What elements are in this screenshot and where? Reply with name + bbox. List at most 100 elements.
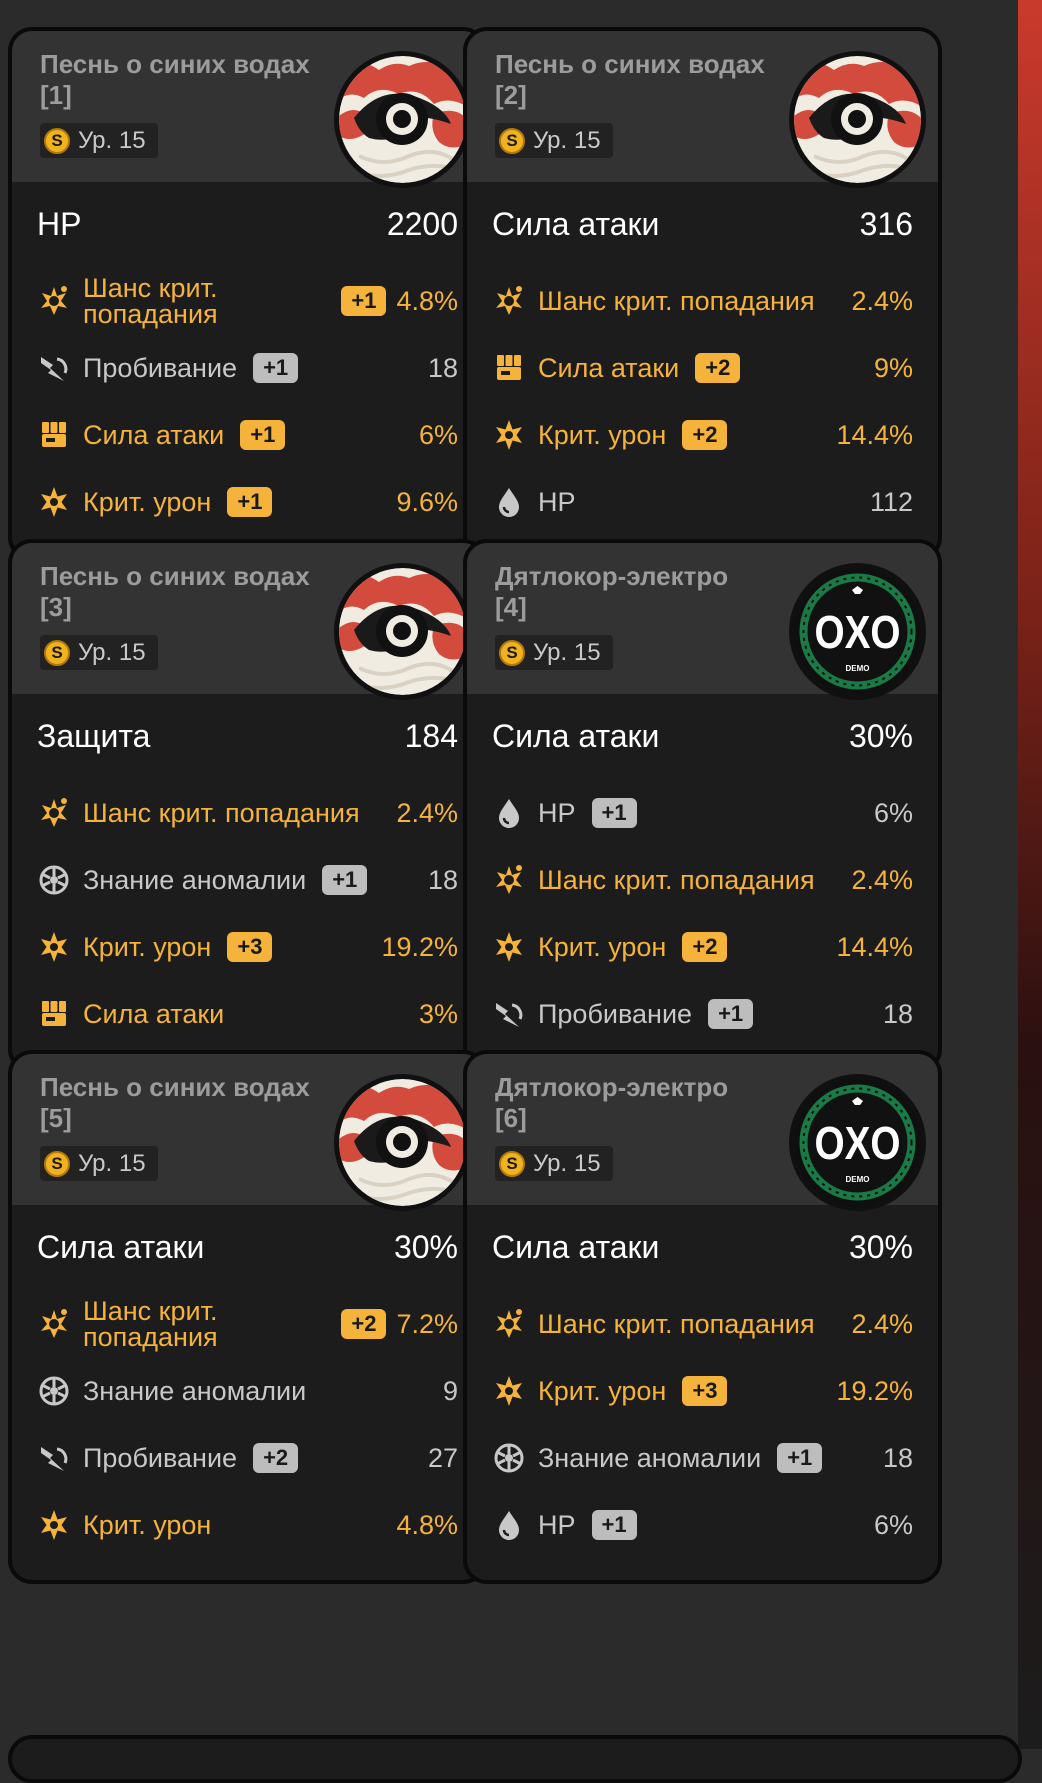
substat-label: Шанс крит. попадания <box>83 798 360 828</box>
crit-dmg-icon <box>492 1374 526 1408</box>
penetration-icon <box>492 997 526 1031</box>
substat-value: 7.2% <box>396 1308 458 1339</box>
substat-value: 14.4% <box>836 931 913 962</box>
disc-name: Дятлокор-электро [6] <box>495 1072 729 1133</box>
substat-label: Крит. урон <box>83 932 212 962</box>
level-badge: S Ур. 15 <box>40 635 158 670</box>
level-badge: S Ур. 15 <box>40 1146 158 1181</box>
level-badge: S Ур. 15 <box>495 123 613 158</box>
main-stat-value: 30% <box>848 1228 913 1265</box>
substat-row: Шанс крит. попадания +2 7.2% <box>37 1297 458 1351</box>
drive-disc-card-5[interactable]: Песнь о синих водах [5] S Ур. 15 Сила ат… <box>8 1050 487 1584</box>
substat-row: Крит. урон +1 9.6% <box>37 475 458 529</box>
substat-row: Знание аномалии +1 18 <box>37 853 458 907</box>
substat-label: HP <box>538 798 576 828</box>
anomaly-icon <box>37 1374 71 1408</box>
substat-label: Сила атаки <box>538 353 680 383</box>
upgrade-badge: +3 <box>227 932 273 962</box>
substat-label: Крит. урон <box>538 1376 667 1406</box>
oxo-disc: OXO DEMO <box>794 1079 921 1206</box>
substat-label: Пробивание <box>83 1443 238 1473</box>
crit-rate-icon <box>37 796 71 830</box>
disc-image-icon <box>334 563 471 700</box>
substat-value: 2.4% <box>851 285 913 316</box>
upgrade-badge: +1 <box>341 286 387 316</box>
wave-disc <box>339 1079 466 1206</box>
substat-label: HP <box>538 1510 576 1540</box>
upgrade-badge: +1 <box>591 1510 637 1540</box>
drive-disc-card-2[interactable]: Песнь о синих водах [2] S Ур. 15 Сила ат… <box>463 27 942 561</box>
main-stat: HP 2200 <box>37 199 458 249</box>
upgrade-badge: +1 <box>591 798 637 828</box>
disc-name: Дятлокор-электро [4] <box>495 561 729 622</box>
svg-text:OXO: OXO <box>815 606 901 658</box>
substat-row: Сила атаки +2 9% <box>492 341 913 395</box>
substat-label: HP <box>538 487 576 517</box>
crit-dmg-icon <box>37 485 71 519</box>
disc-name: Песнь о синих водах [5] <box>40 1072 310 1133</box>
substat-label: Крит. урон <box>83 1510 212 1540</box>
level-value: 15 <box>118 1149 146 1177</box>
substat-row: Шанс крит. попадания 2.4% <box>492 274 913 328</box>
disc-image-icon: OXO DEMO <box>789 563 926 700</box>
disc-name: Песнь о синих водах [3] <box>40 561 310 622</box>
main-stat-value: 2200 <box>386 205 458 242</box>
drive-disc-card-6[interactable]: Дятлокор-электро [6] S Ур. 15 OXO DEMO С… <box>463 1050 942 1584</box>
card-header: Песнь о синих водах [1] S Ур. 15 <box>12 31 483 188</box>
substat-value: 19.2% <box>381 931 458 962</box>
main-stat-value: 184 <box>404 717 458 754</box>
substat-value: 18 <box>882 1442 913 1473</box>
substat-row: Сила атаки +1 6% <box>37 408 458 462</box>
main-stat-value: 30% <box>848 717 913 754</box>
upgrade-badge: +2 <box>695 353 741 383</box>
right-edge-gradient <box>1018 0 1042 1749</box>
main-stat-label: Сила атаки <box>37 1228 205 1265</box>
substat-value: 9.6% <box>396 486 458 517</box>
substat-value: 27 <box>427 1442 458 1473</box>
drive-disc-card-3[interactable]: Песнь о синих водах [3] S Ур. 15 Защита … <box>8 539 487 1073</box>
main-stat-label: HP <box>37 205 82 242</box>
substat-value: 9 <box>442 1375 458 1406</box>
substat-label: Пробивание <box>538 999 693 1029</box>
anomaly-icon <box>37 863 71 897</box>
level-prefix: Ур. <box>78 638 113 666</box>
wave-disc <box>794 56 921 183</box>
main-stat: Сила атаки 316 <box>492 199 913 249</box>
level-value: 15 <box>573 126 601 154</box>
substat-value: 3% <box>418 998 458 1029</box>
crit-rate-icon <box>492 284 526 318</box>
level-badge: S Ур. 15 <box>495 1146 613 1181</box>
level-prefix: Ур. <box>533 1149 568 1177</box>
oxo-disc: OXO DEMO <box>794 568 921 695</box>
drive-disc-card-4[interactable]: Дятлокор-электро [4] S Ур. 15 OXO DEMO С… <box>463 539 942 1073</box>
main-stat-label: Защита <box>37 717 151 754</box>
substat-value: 4.8% <box>396 1509 458 1540</box>
substat-row: Знание аномалии 9 <box>37 1364 458 1418</box>
substat-row: Пробивание +1 18 <box>37 341 458 395</box>
crit-rate-icon <box>492 863 526 897</box>
penetration-icon <box>37 351 71 385</box>
rank-s-icon: S <box>499 127 525 154</box>
crit-dmg-icon <box>492 930 526 964</box>
drive-disc-card-1[interactable]: Песнь о синих водах [1] S Ур. 15 HP 2200… <box>8 27 487 561</box>
upgrade-badge: +1 <box>708 999 754 1029</box>
substat-row: Шанс крит. попадания +1 4.8% <box>37 274 458 328</box>
substat-row: Шанс крит. попадания 2.4% <box>492 853 913 907</box>
substat-row: Пробивание +1 18 <box>492 987 913 1041</box>
rank-s-icon: S <box>44 127 70 154</box>
substat-row: Крит. урон +3 19.2% <box>492 1364 913 1418</box>
substat-value: 2.4% <box>396 797 458 828</box>
card-header: Дятлокор-электро [4] S Ур. 15 OXO DEMO <box>467 543 938 700</box>
level-badge: S Ур. 15 <box>495 635 613 670</box>
disc-image-icon: OXO DEMO <box>789 1074 926 1211</box>
substat-row: HP 112 <box>492 475 913 529</box>
upgrade-badge: +3 <box>682 1376 728 1406</box>
upgrade-badge: +1 <box>227 487 273 517</box>
atk-icon <box>37 418 71 452</box>
substat-label: Шанс крит. попадания <box>538 286 815 316</box>
wave-disc <box>339 56 466 183</box>
main-stat: Сила атаки 30% <box>492 1222 913 1272</box>
substat-value: 112 <box>869 486 913 517</box>
hp-icon <box>492 796 526 830</box>
substat-row: Пробивание +2 27 <box>37 1431 458 1485</box>
